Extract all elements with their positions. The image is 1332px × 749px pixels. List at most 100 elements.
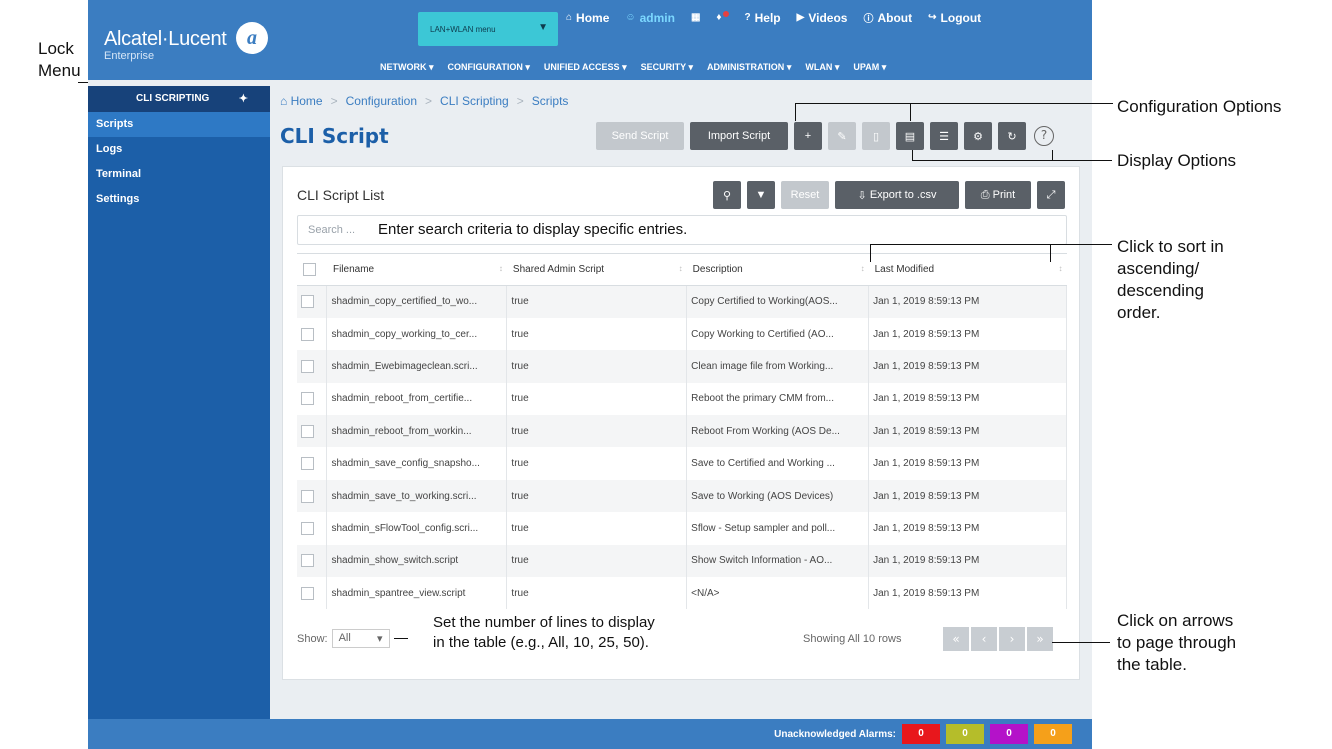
shared-cell: true (506, 382, 688, 416)
table-row[interactable]: shadmin_show_switch.script true Show Switc… (297, 544, 1067, 578)
nav-videos[interactable]: ▶ Videos (797, 10, 848, 25)
filter-icon[interactable]: ▼ (747, 181, 775, 209)
send-script-button[interactable]: Send Script (596, 122, 684, 150)
search-icon[interactable]: ⚲ (713, 181, 741, 209)
table-row[interactable]: shadmin_copy_working_to_cer... true Copy W… (297, 317, 1067, 351)
row-checkbox[interactable] (301, 521, 314, 535)
menu-administration[interactable]: ADMINISTRATION (707, 62, 791, 73)
column-filename[interactable]: Filename ↕ (326, 253, 507, 286)
row-checkbox[interactable] (301, 586, 314, 600)
first-page-icon[interactable]: « (943, 627, 969, 651)
refresh-icon[interactable]: ↻ (998, 122, 1026, 150)
brand-logo-icon: a (236, 22, 268, 54)
help-icon: ? (744, 12, 751, 23)
row-checkbox[interactable] (301, 457, 314, 471)
delete-icon[interactable]: ▯ (862, 122, 890, 150)
nav-help[interactable]: ? Help (745, 10, 781, 25)
breadcrumb-home[interactable]: ⌂ Home (280, 94, 323, 108)
alarm-major[interactable]: 0 (946, 724, 984, 744)
menu-wlan[interactable]: WLAN (805, 62, 839, 73)
brand-sub: Enterprise (104, 50, 155, 62)
modified-cell: Jan 1, 2019 8:59:13 PM (868, 512, 1067, 545)
table-row[interactable]: shadmin_sFlowTool_config.scri... true Sflo… (297, 512, 1067, 545)
modified-cell: Jan 1, 2019 8:59:13 PM (868, 317, 1067, 351)
column-last-modified[interactable]: Last Modified ↕ (868, 253, 1067, 286)
reset-button[interactable]: Reset (781, 181, 829, 209)
row-select-cell (297, 479, 328, 513)
nav-home[interactable]: ⌂ Home (566, 10, 609, 25)
prev-page-icon[interactable]: ‹ (971, 627, 997, 651)
sidebar-item-settings[interactable]: Settings (88, 187, 270, 212)
menu-network[interactable]: NETWORK (380, 62, 434, 73)
sort-icon[interactable]: ↕ (1059, 264, 1063, 273)
table-row[interactable]: shadmin_save_config_snapsho... true Save t… (297, 447, 1067, 480)
next-page-icon[interactable]: › (999, 627, 1025, 651)
print-button[interactable]: ⎙ Print (965, 181, 1031, 209)
main-nav: NETWORK CONFIGURATION UNIFIED ACCESS SEC… (380, 62, 886, 73)
shared-cell: true (506, 317, 688, 351)
breadcrumb-scripts[interactable]: Scripts (532, 94, 569, 108)
table-row[interactable]: shadmin_copy_certified_to_wo... true Copy … (297, 285, 1067, 318)
expand-icon[interactable]: ⤢ (1037, 181, 1065, 209)
menu-unified-access[interactable]: UNIFIED ACCESS (544, 62, 627, 73)
last-page-icon[interactable]: » (1027, 627, 1053, 651)
export-csv-button[interactable]: ⇩ Export to .csv (835, 181, 959, 209)
sidebar-item-terminal[interactable]: Terminal (88, 162, 270, 187)
table-row[interactable]: shadmin_spantree_view.script true <N/A> Jan… (297, 577, 1067, 610)
nav-logout[interactable]: ↪ Logout (928, 10, 981, 25)
table-row[interactable]: shadmin_save_to_working.scri... true Save … (297, 479, 1067, 513)
row-select-cell (297, 544, 328, 578)
description-cell: Copy Certified to Working(AOS... (686, 285, 870, 318)
search-input[interactable]: Search ... Enter search criteria to disp… (297, 215, 1067, 245)
menu-security[interactable]: SECURITY (641, 62, 693, 73)
menu-select[interactable]: LAN+WLAN menu ▼ (418, 12, 558, 46)
row-checkbox[interactable] (301, 327, 314, 341)
alarms-bar: Unacknowledged Alarms: 0 0 0 0 (774, 724, 1072, 744)
sort-pointer-line (870, 244, 1112, 245)
select-all-checkbox[interactable] (303, 263, 316, 276)
settings-icon[interactable]: ⚙ (964, 122, 992, 150)
alarm-warning[interactable]: 0 (1034, 724, 1072, 744)
breadcrumb-configuration[interactable]: Configuration (346, 94, 417, 108)
row-checkbox[interactable] (301, 392, 314, 406)
edit-icon[interactable]: ✎ (828, 122, 856, 150)
row-checkbox[interactable] (301, 424, 314, 438)
alarm-critical[interactable]: 0 (902, 724, 940, 744)
shared-cell: true (506, 447, 688, 480)
breadcrumb-cli-scripting[interactable]: CLI Scripting (440, 94, 509, 108)
alarm-minor[interactable]: 0 (990, 724, 1028, 744)
row-checkbox[interactable] (301, 554, 314, 568)
user-icon: ☺ (625, 12, 636, 23)
table-row[interactable]: shadmin_reboot_from_workin... true Reboot … (297, 415, 1067, 448)
nav-grid[interactable]: ▦ (691, 10, 700, 25)
row-select-cell (297, 577, 328, 610)
add-icon[interactable]: + (794, 122, 822, 150)
sort-icon[interactable]: ↕ (679, 264, 683, 273)
table-row[interactable]: shadmin_Ewebimageclean.scri... true Clean … (297, 350, 1067, 383)
nav-about[interactable]: ⓘ About (863, 10, 912, 26)
brand-name: Alcatel·Lucent (104, 28, 227, 50)
annotation-config-options: Configuration Options (1117, 97, 1282, 116)
nav-admin[interactable]: ☺ admin (625, 10, 675, 25)
row-checkbox[interactable] (301, 295, 314, 309)
import-script-button[interactable]: Import Script (690, 122, 788, 150)
sidebar-item-logs[interactable]: Logs (88, 137, 270, 162)
row-checkbox[interactable] (301, 489, 314, 503)
sort-icon[interactable]: ↕ (861, 264, 865, 273)
nav-notifications[interactable]: ♦ (716, 10, 729, 25)
row-checkbox[interactable] (301, 359, 314, 373)
list-view-icon[interactable]: ▤ (896, 122, 924, 150)
sidebar-item-scripts[interactable]: Scripts (88, 112, 270, 137)
help-icon[interactable]: ? (1034, 126, 1054, 146)
menu-upam[interactable]: UPAM (853, 62, 886, 73)
column-description[interactable]: Description ↕ (686, 253, 869, 286)
pin-icon[interactable]: ✦ (239, 86, 248, 112)
menu-configuration[interactable]: CONFIGURATION (448, 62, 530, 73)
show-rows-select[interactable]: All ▾ (331, 629, 390, 648)
table-row[interactable]: shadmin_reboot_from_certifie... true Reboo… (297, 382, 1067, 416)
table-view-icon[interactable]: ☰ (930, 122, 958, 150)
nav-home-label: Home (576, 10, 610, 25)
sort-icon[interactable]: ↕ (499, 264, 503, 273)
column-shared-admin[interactable]: Shared Admin Script ↕ (506, 253, 687, 286)
menu-select-label: LAN+WLAN menu (430, 25, 496, 34)
